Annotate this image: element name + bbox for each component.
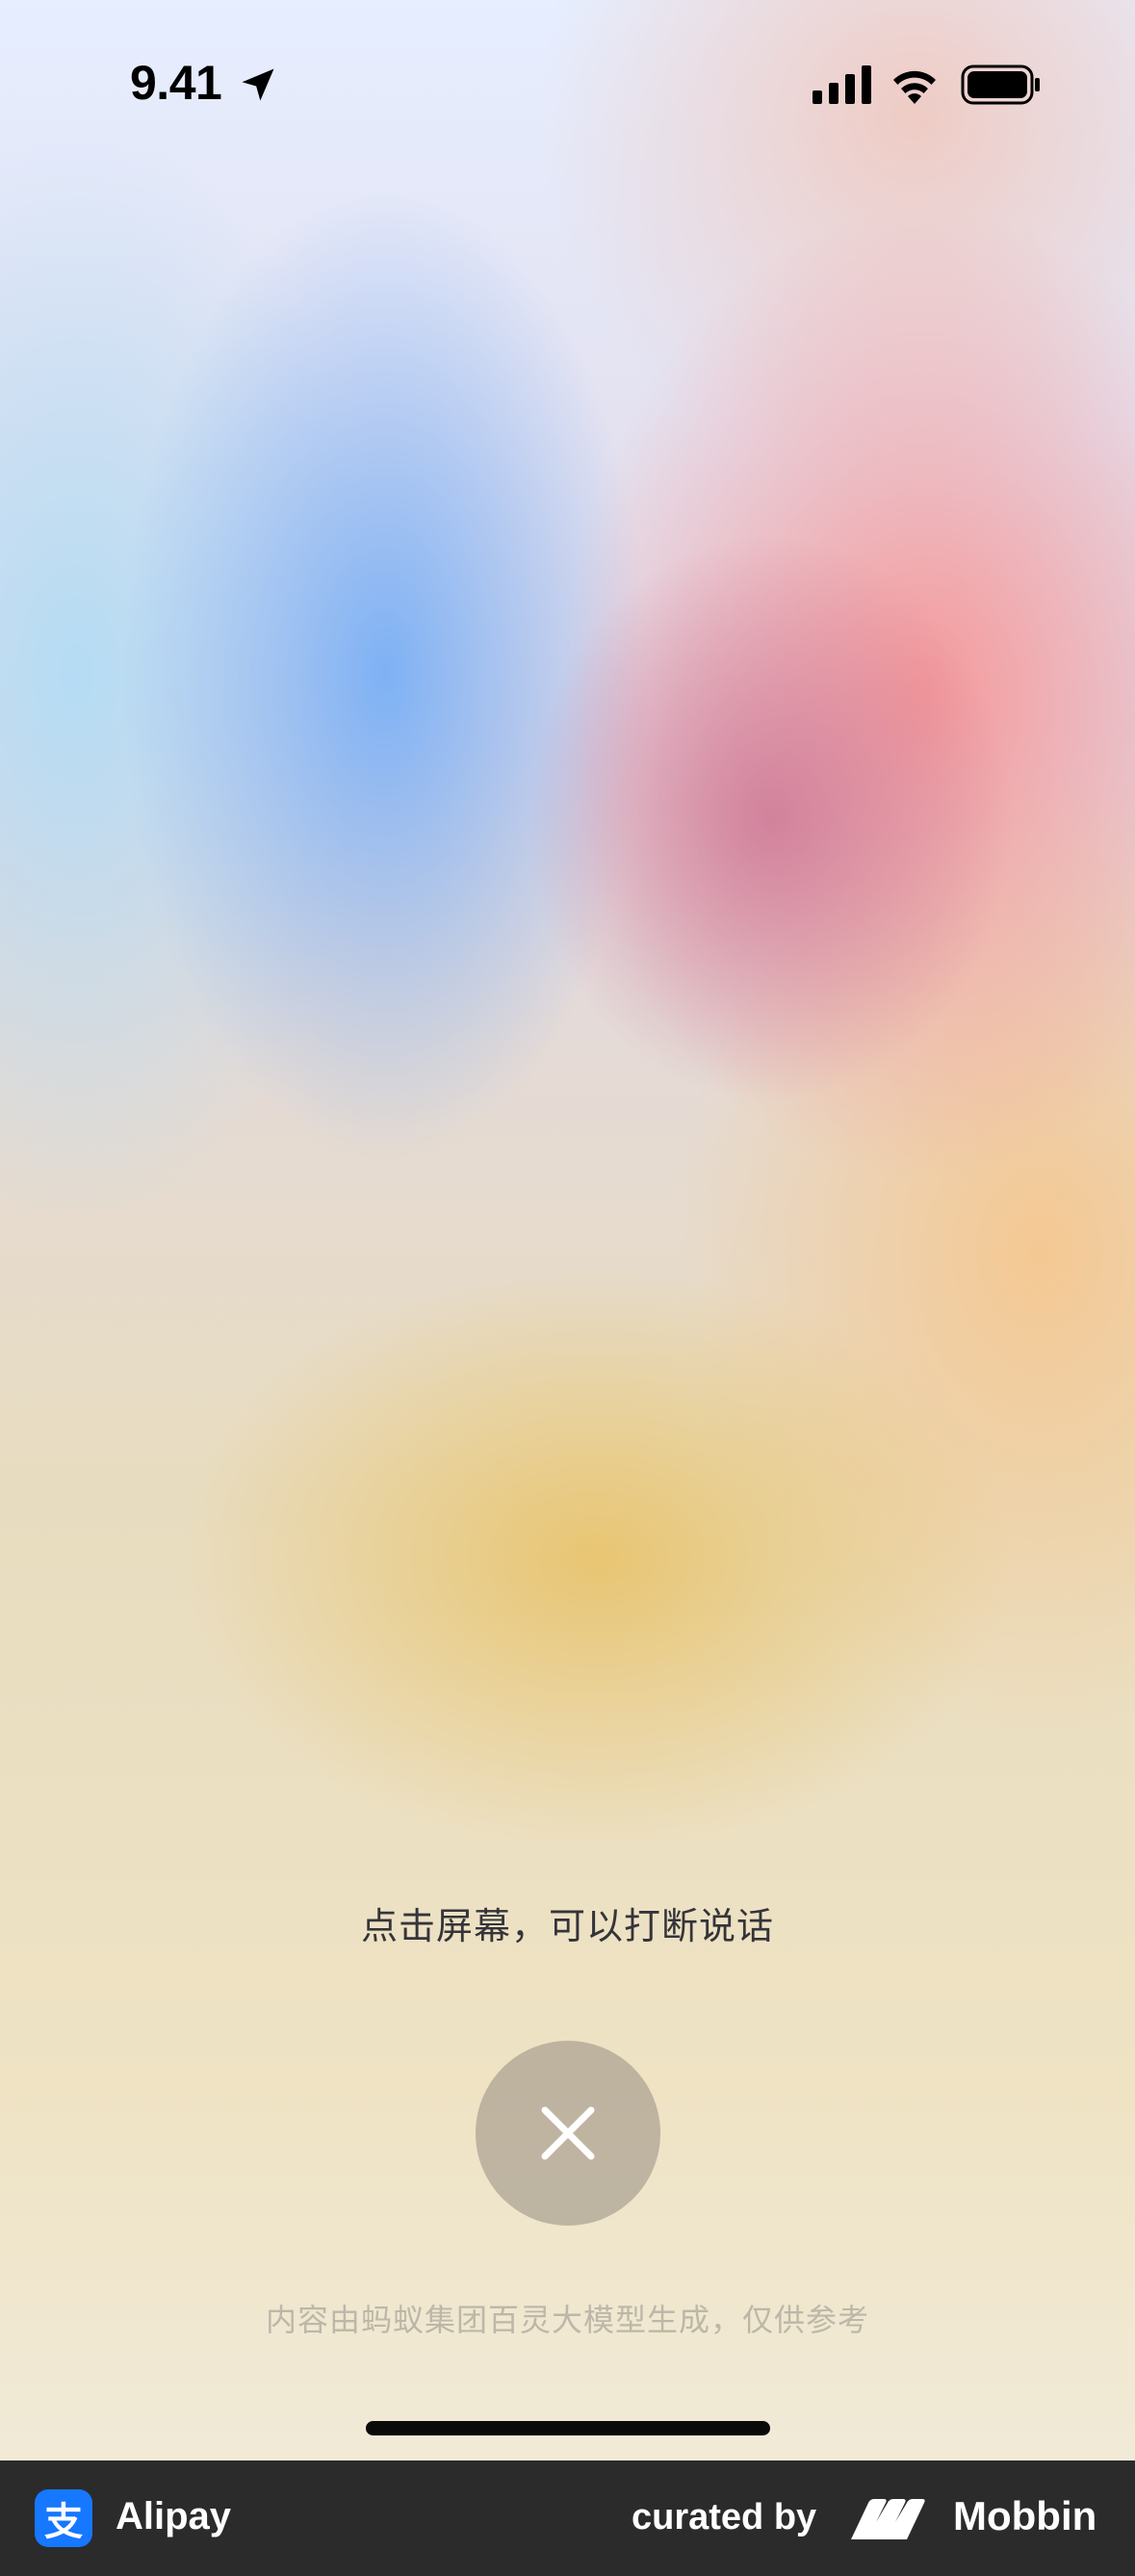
- mobbin-logo-icon: [851, 2499, 925, 2539]
- ai-disclaimer: 内容由蚂蚁集团百灵大模型生成，仅供参考: [265, 2302, 869, 2338]
- app-name: Alipay: [116, 2495, 232, 2537]
- curated-by-label: curated by: [632, 2497, 817, 2537]
- close-button[interactable]: [476, 2041, 660, 2226]
- home-indicator[interactable]: [366, 2421, 770, 2435]
- voice-assistant-screen[interactable]: 9.41 点击屏幕，可以打断说话 内容由蚂蚁集团百灵大模型生成，仅供参考: [0, 0, 1135, 2460]
- attribution-bar: 支 Alipay curated by Mobbin: [0, 2460, 1135, 2576]
- brand-name: Mobbin: [953, 2493, 1097, 2538]
- status-time: 9.41: [130, 56, 222, 110]
- battery-icon: [961, 64, 1040, 105]
- close-icon: [541, 2106, 595, 2160]
- location-arrow-icon: [242, 68, 274, 101]
- alipay-logo-icon: 支: [35, 2489, 92, 2547]
- cellular-signal-icon: [813, 65, 871, 104]
- interrupt-hint: 点击屏幕，可以打断说话: [360, 1905, 774, 1947]
- wifi-icon: [893, 70, 936, 104]
- status-bar: 9.41: [0, 0, 1135, 164]
